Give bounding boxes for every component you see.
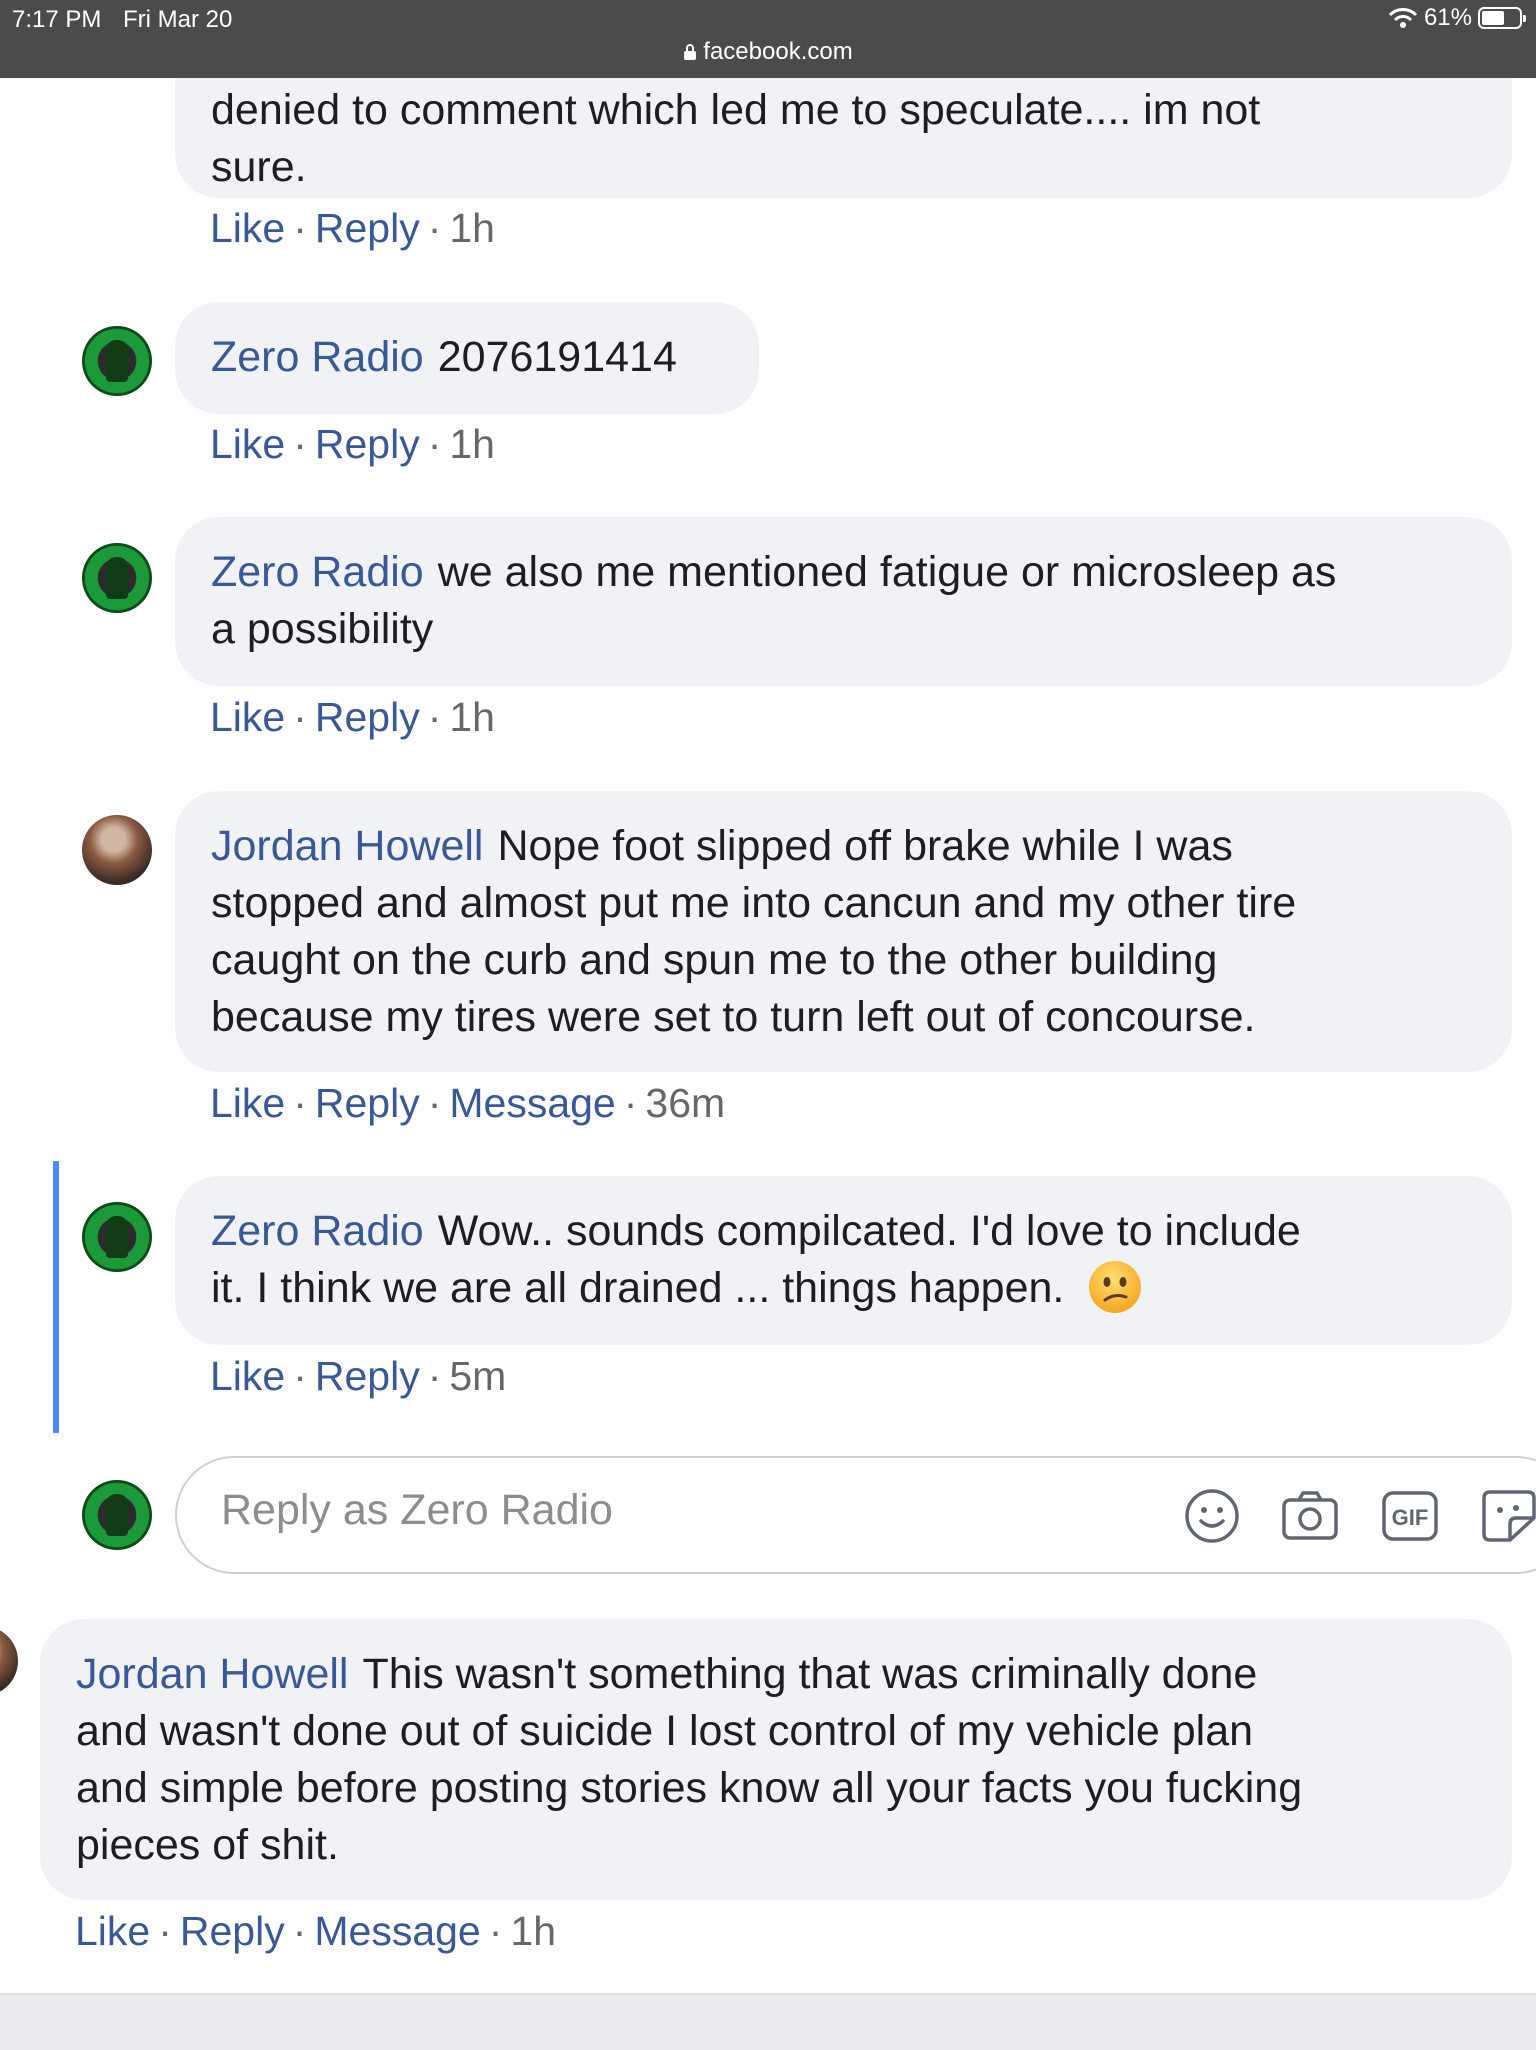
comment-author[interactable]: Zero Radio	[211, 1207, 424, 1255]
reply-link[interactable]: Reply	[315, 205, 420, 251]
like-link[interactable]: Like	[210, 1080, 285, 1126]
like-link[interactable]: Like	[75, 1908, 150, 1954]
gif-icon[interactable]: GIF	[1380, 1486, 1440, 1546]
comment-actions: Like · Reply · Message · 1h	[75, 1908, 556, 1954]
comment-bubble: Jordan Howell Nope foot slipped off brake…	[175, 791, 1512, 1072]
reply-link[interactable]: Reply	[315, 421, 420, 467]
status-date: Fri Mar 20	[123, 6, 233, 33]
avatar[interactable]	[82, 326, 152, 396]
comment-time[interactable]: 1h	[449, 421, 495, 467]
confused-face-icon	[1089, 1261, 1142, 1313]
comment-author[interactable]: Jordan Howell	[211, 822, 483, 870]
status-indicators: 61%	[1388, 4, 1526, 32]
comment-time[interactable]: 1h	[510, 1908, 556, 1954]
address-bar[interactable]: facebook.com	[0, 38, 1536, 66]
status-bar: 7:17 PM Fri Mar 20 61% facebook.com	[0, 0, 1536, 78]
reply-link[interactable]: Reply	[315, 1353, 420, 1399]
comment-actions: Like · Reply · 1h	[210, 694, 495, 740]
url-text: facebook.com	[703, 38, 853, 65]
comment-text-line: denied to comment which led me to specul…	[211, 86, 1261, 134]
comment-actions: Like · Reply · 1h	[210, 421, 495, 467]
comment-author[interactable]: Jordan Howell	[76, 1650, 348, 1698]
comment-text-line: and wasn't done out of suicide I lost co…	[76, 1707, 1254, 1755]
comment-text: 2076191414	[437, 333, 677, 381]
comment-bubble: Zero Radio 2076191414	[175, 302, 759, 414]
comment-text-line: sure.	[211, 143, 307, 191]
composer-avatar	[82, 1480, 152, 1550]
camera-icon[interactable]	[1280, 1486, 1340, 1546]
message-link[interactable]: Message	[314, 1908, 480, 1954]
comment-bubble: Jordan Howell This wasn't something that …	[40, 1619, 1512, 1900]
comment-time[interactable]: 36m	[645, 1080, 725, 1126]
comment-time[interactable]: 1h	[449, 205, 495, 251]
comment-text-line: a possibility	[211, 605, 434, 653]
comment-text-line: it. I think we are all drained ... thing…	[211, 1264, 1065, 1312]
like-link[interactable]: Like	[210, 694, 285, 740]
avatar[interactable]	[82, 815, 152, 885]
comment-text-line: we also me mentioned fatigue or microsle…	[437, 548, 1337, 596]
comment-text-line: caught on the curb and spun me to the ot…	[211, 936, 1218, 984]
comment-actions: Like · Reply · Message · 36m	[210, 1080, 726, 1126]
comment-author[interactable]: Zero Radio	[211, 548, 424, 596]
comment-text-line: stopped and almost put me into cancun an…	[211, 879, 1297, 927]
avatar[interactable]	[0, 1626, 18, 1696]
thread-highlight-line	[53, 1161, 59, 1433]
like-link[interactable]: Like	[210, 205, 285, 251]
battery-percent: 61%	[1423, 4, 1472, 31]
gif-label: GIF	[1392, 1505, 1429, 1530]
comment-bubble: Zero Radio Wow.. sounds compilcated. I'd …	[175, 1176, 1512, 1345]
sticker-icon[interactable]	[1479, 1486, 1536, 1546]
comments-list: denied to comment which led me to specul…	[0, 0, 1536, 2050]
reply-link[interactable]: Reply	[315, 1080, 420, 1126]
comment-time[interactable]: 5m	[449, 1353, 506, 1399]
bottom-divider	[0, 1993, 1536, 2050]
comment-text-line: because my tires were set to turn left o…	[211, 993, 1256, 1041]
avatar[interactable]	[82, 543, 152, 613]
comment-time[interactable]: 1h	[449, 694, 495, 740]
comment-actions: Like · Reply · 5m	[210, 1353, 507, 1399]
message-link[interactable]: Message	[449, 1080, 615, 1126]
comment-text-line: This wasn't something that was criminall…	[362, 1650, 1258, 1698]
comment-text-line: Wow.. sounds compilcated. I'd love to in…	[437, 1207, 1301, 1255]
wifi-icon	[1388, 8, 1418, 28]
reply-composer[interactable]: Reply as Zero Radio GIF	[175, 1456, 1536, 1574]
avatar[interactable]	[82, 1202, 152, 1272]
like-link[interactable]: Like	[210, 421, 285, 467]
reply-link[interactable]: Reply	[315, 694, 420, 740]
reply-link[interactable]: Reply	[180, 1908, 285, 1954]
comment-text-line: pieces of shit.	[76, 1821, 339, 1869]
comment-actions: Like · Reply · 1h	[210, 205, 495, 251]
like-link[interactable]: Like	[210, 1353, 285, 1399]
comment-text-line: and simple before posting stories know a…	[76, 1764, 1303, 1812]
battery-icon	[1478, 7, 1526, 29]
comment-bubble: Zero Radio we also me mentioned fatigue o…	[175, 517, 1512, 686]
comment-text-line: Nope foot slipped off brake while I was	[497, 822, 1233, 870]
lock-icon	[684, 44, 697, 60]
status-time: 7:17 PM	[12, 6, 102, 33]
smiley-icon[interactable]	[1182, 1486, 1242, 1546]
comment-author[interactable]: Zero Radio	[211, 333, 424, 381]
reply-input[interactable]: Reply as Zero Radio	[221, 1486, 613, 1535]
